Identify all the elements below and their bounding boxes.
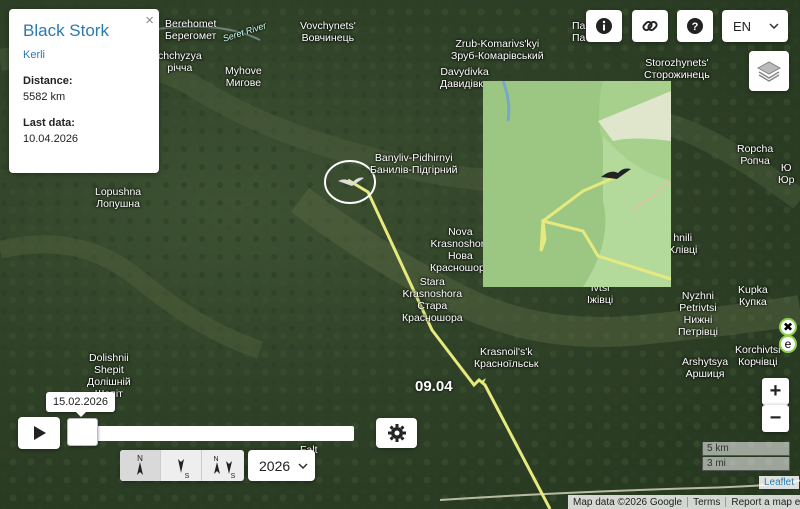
info-icon xyxy=(596,18,612,34)
place-label: Stara Krasnoshora Стара Красношора xyxy=(402,276,463,324)
date-tooltip: 15.02.2026 xyxy=(46,392,115,417)
bird-name-link[interactable]: Kerli xyxy=(23,49,145,61)
info-button[interactable] xyxy=(586,10,622,42)
distance-label: Distance: xyxy=(23,75,73,87)
svg-text:S: S xyxy=(185,473,190,479)
play-button[interactable] xyxy=(18,417,60,449)
layers-button[interactable] xyxy=(749,51,789,91)
zoom-inset xyxy=(483,81,671,287)
svg-text:S: S xyxy=(230,473,235,479)
place-label: Storozhynets' Сторожинець xyxy=(644,57,710,81)
language-select[interactable]: EN xyxy=(722,10,788,42)
north-arrow-icon: N xyxy=(137,454,143,475)
place-label: Kupka Купка xyxy=(738,284,768,308)
map[interactable]: Berehomet Берегомет Vovchynets' Вовчинець … xyxy=(0,0,800,509)
layers-icon xyxy=(756,61,782,82)
svg-text:?: ? xyxy=(692,21,699,33)
year-select[interactable]: 2026 xyxy=(248,450,315,481)
play-icon xyxy=(34,426,46,440)
direction-south-button[interactable]: S xyxy=(161,450,202,481)
close-circle-icon[interactable]: ✖ xyxy=(779,318,797,336)
last-data-value: 10.04.2026 xyxy=(23,133,79,145)
place-label: Ю Юр xyxy=(778,162,795,186)
chevron-down-icon xyxy=(769,23,779,29)
scale-mi: 3 mi xyxy=(702,457,790,471)
place-label: Krasnoil's'k Красноїльськ xyxy=(474,346,539,370)
link-button[interactable] xyxy=(632,10,668,42)
help-button[interactable]: ? xyxy=(677,10,713,42)
place-label: Vovchynets' Вовчинець xyxy=(300,20,356,44)
zoom-in-button[interactable]: + xyxy=(762,378,789,405)
map-data-text: Map data ©2026 Google xyxy=(573,496,683,508)
direction-toggle: N S N S xyxy=(120,450,244,481)
place-label: chchyzya річча xyxy=(158,50,202,74)
svg-text:N: N xyxy=(137,454,143,463)
distance-value: 5582 km xyxy=(23,91,66,103)
place-label: Па Па xyxy=(572,20,586,44)
place-label: Ropcha Ропча xyxy=(737,143,774,167)
place-label: Korchivtsi Корчівці xyxy=(735,344,781,368)
timeline-track[interactable] xyxy=(67,426,354,441)
both-arrows-icon: N S xyxy=(213,456,235,479)
help-icon: ? xyxy=(687,18,703,34)
place-label: Arshytsya Аршиця xyxy=(682,356,729,380)
terms-link[interactable]: Terms xyxy=(688,497,725,508)
direction-north-button[interactable]: N xyxy=(120,450,161,481)
place-label: Berehomet Берегомет xyxy=(165,18,217,42)
e-badge-icon[interactable]: e xyxy=(779,335,797,353)
chevron-down-icon xyxy=(298,462,308,469)
gear-icon xyxy=(387,424,406,442)
svg-text:N: N xyxy=(213,456,218,463)
year-value: 2026 xyxy=(259,457,291,474)
timeline-handle[interactable] xyxy=(67,418,98,446)
language-value: EN xyxy=(733,18,752,34)
info-panel: × Black Stork Kerli Distance: 5582 km La… xyxy=(9,9,159,173)
close-icon[interactable]: × xyxy=(145,12,154,29)
bird-title: Black Stork xyxy=(23,21,109,40)
direction-both-button[interactable]: N S xyxy=(202,450,243,481)
place-label: Banyliv-Pidhirnyi Банилів-Підгірний xyxy=(370,152,458,176)
scale-km: 5 km xyxy=(702,442,790,456)
zoom-out-button[interactable]: − xyxy=(762,405,789,432)
last-data-label: Last data: xyxy=(23,117,75,129)
south-arrow-icon: S xyxy=(178,458,190,479)
place-label: Davydivka Давидівка xyxy=(440,66,490,90)
inset-map xyxy=(483,81,671,287)
leaflet-link[interactable]: Leaflet xyxy=(759,476,800,489)
place-label: Myhove Мигове xyxy=(225,65,262,89)
attribution-bar: Map data ©2026 Google Terms Report a map… xyxy=(568,495,800,509)
place-label: Nova Krasnoshora Нова Красношора xyxy=(430,226,491,274)
report-link[interactable]: Report a map error xyxy=(726,497,800,508)
place-label: Lopushna Лопушна xyxy=(95,186,142,210)
place-label: Zrub-Komarivs'kyi Зруб-Комарівський xyxy=(451,38,544,62)
settings-button[interactable] xyxy=(376,418,417,448)
link-icon xyxy=(642,20,658,32)
track-date-label: 09.04 xyxy=(415,378,453,395)
place-label: hnili Хлівці xyxy=(668,232,698,256)
place-label: Nyzhni Petrivtsi Нижні Петрівці xyxy=(678,290,718,338)
